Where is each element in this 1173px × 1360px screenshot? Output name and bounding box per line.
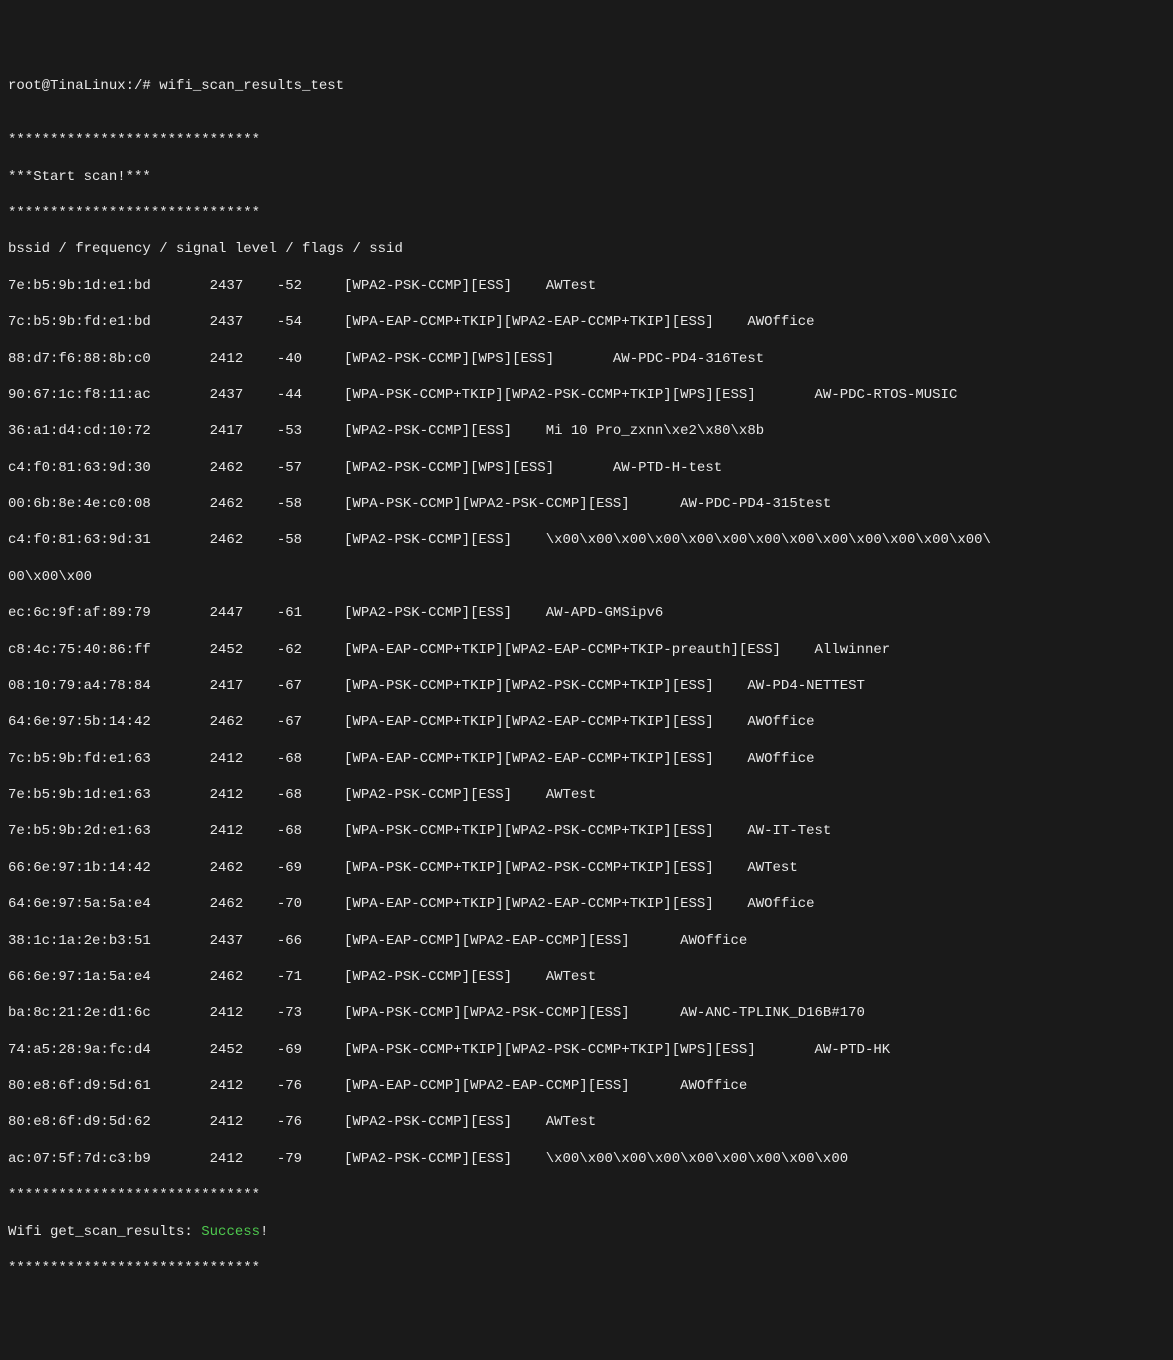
stars-line: ****************************** xyxy=(8,1186,1165,1204)
scan-row: 00:6b:8e:4e:c0:08 2462 -58 [WPA-PSK-CCMP… xyxy=(8,495,1165,513)
scan-row: 90:67:1c:f8:11:ac 2437 -44 [WPA-PSK-CCMP… xyxy=(8,386,1165,404)
scan-row: 80:e8:6f:d9:5d:61 2412 -76 [WPA-EAP-CCMP… xyxy=(8,1077,1165,1095)
scan-row: 7e:b5:9b:1d:e1:63 2412 -68 [WPA2-PSK-CCM… xyxy=(8,786,1165,804)
scan-row: 66:6e:97:1a:5a:e4 2462 -71 [WPA2-PSK-CCM… xyxy=(8,968,1165,986)
scan-row: 64:6e:97:5b:14:42 2462 -67 [WPA-EAP-CCMP… xyxy=(8,713,1165,731)
start-scan-line: ***Start scan!*** xyxy=(8,168,1165,186)
scan-row: ec:6c:9f:af:89:79 2447 -61 [WPA2-PSK-CCM… xyxy=(8,604,1165,622)
scan-row: 80:e8:6f:d9:5d:62 2412 -76 [WPA2-PSK-CCM… xyxy=(8,1113,1165,1131)
stars-line: ****************************** xyxy=(8,1259,1165,1277)
result-prefix: Wifi get_scan_results: xyxy=(8,1224,201,1240)
scan-row: 7e:b5:9b:2d:e1:63 2412 -68 [WPA-PSK-CCMP… xyxy=(8,822,1165,840)
scan-row: 38:1c:1a:2e:b3:51 2437 -66 [WPA-EAP-CCMP… xyxy=(8,932,1165,950)
scan-row: c4:f0:81:63:9d:31 2462 -58 [WPA2-PSK-CCM… xyxy=(8,531,1165,549)
scan-row: 7c:b5:9b:fd:e1:bd 2437 -54 [WPA-EAP-CCMP… xyxy=(8,313,1165,331)
scan-row-continuation: 00\x00\x00 xyxy=(8,568,1165,586)
scan-row: 66:6e:97:1b:14:42 2462 -69 [WPA-PSK-CCMP… xyxy=(8,859,1165,877)
scan-row: 7c:b5:9b:fd:e1:63 2412 -68 [WPA-EAP-CCMP… xyxy=(8,750,1165,768)
stars-line: ****************************** xyxy=(8,131,1165,149)
stars-line: ****************************** xyxy=(8,204,1165,222)
result-suffix: ! xyxy=(260,1224,268,1240)
shell-prompt-line: root@TinaLinux:/# wifi_scan_results_test xyxy=(8,77,1165,95)
scan-row: 74:a5:28:9a:fc:d4 2452 -69 [WPA-PSK-CCMP… xyxy=(8,1041,1165,1059)
scan-header-line: bssid / frequency / signal level / flags… xyxy=(8,240,1165,258)
result-line: Wifi get_scan_results: Success! xyxy=(8,1223,1165,1241)
scan-row: 7e:b5:9b:1d:e1:bd 2437 -52 [WPA2-PSK-CCM… xyxy=(8,277,1165,295)
scan-row: ba:8c:21:2e:d1:6c 2412 -73 [WPA-PSK-CCMP… xyxy=(8,1004,1165,1022)
result-success: Success xyxy=(201,1224,260,1240)
scan-row: c8:4c:75:40:86:ff 2452 -62 [WPA-EAP-CCMP… xyxy=(8,641,1165,659)
scan-row: c4:f0:81:63:9d:30 2462 -57 [WPA2-PSK-CCM… xyxy=(8,459,1165,477)
scan-row: ac:07:5f:7d:c3:b9 2412 -79 [WPA2-PSK-CCM… xyxy=(8,1150,1165,1168)
scan-row: 36:a1:d4:cd:10:72 2417 -53 [WPA2-PSK-CCM… xyxy=(8,422,1165,440)
scan-row: 88:d7:f6:88:8b:c0 2412 -40 [WPA2-PSK-CCM… xyxy=(8,350,1165,368)
scan-row: 64:6e:97:5a:5a:e4 2462 -70 [WPA-EAP-CCMP… xyxy=(8,895,1165,913)
